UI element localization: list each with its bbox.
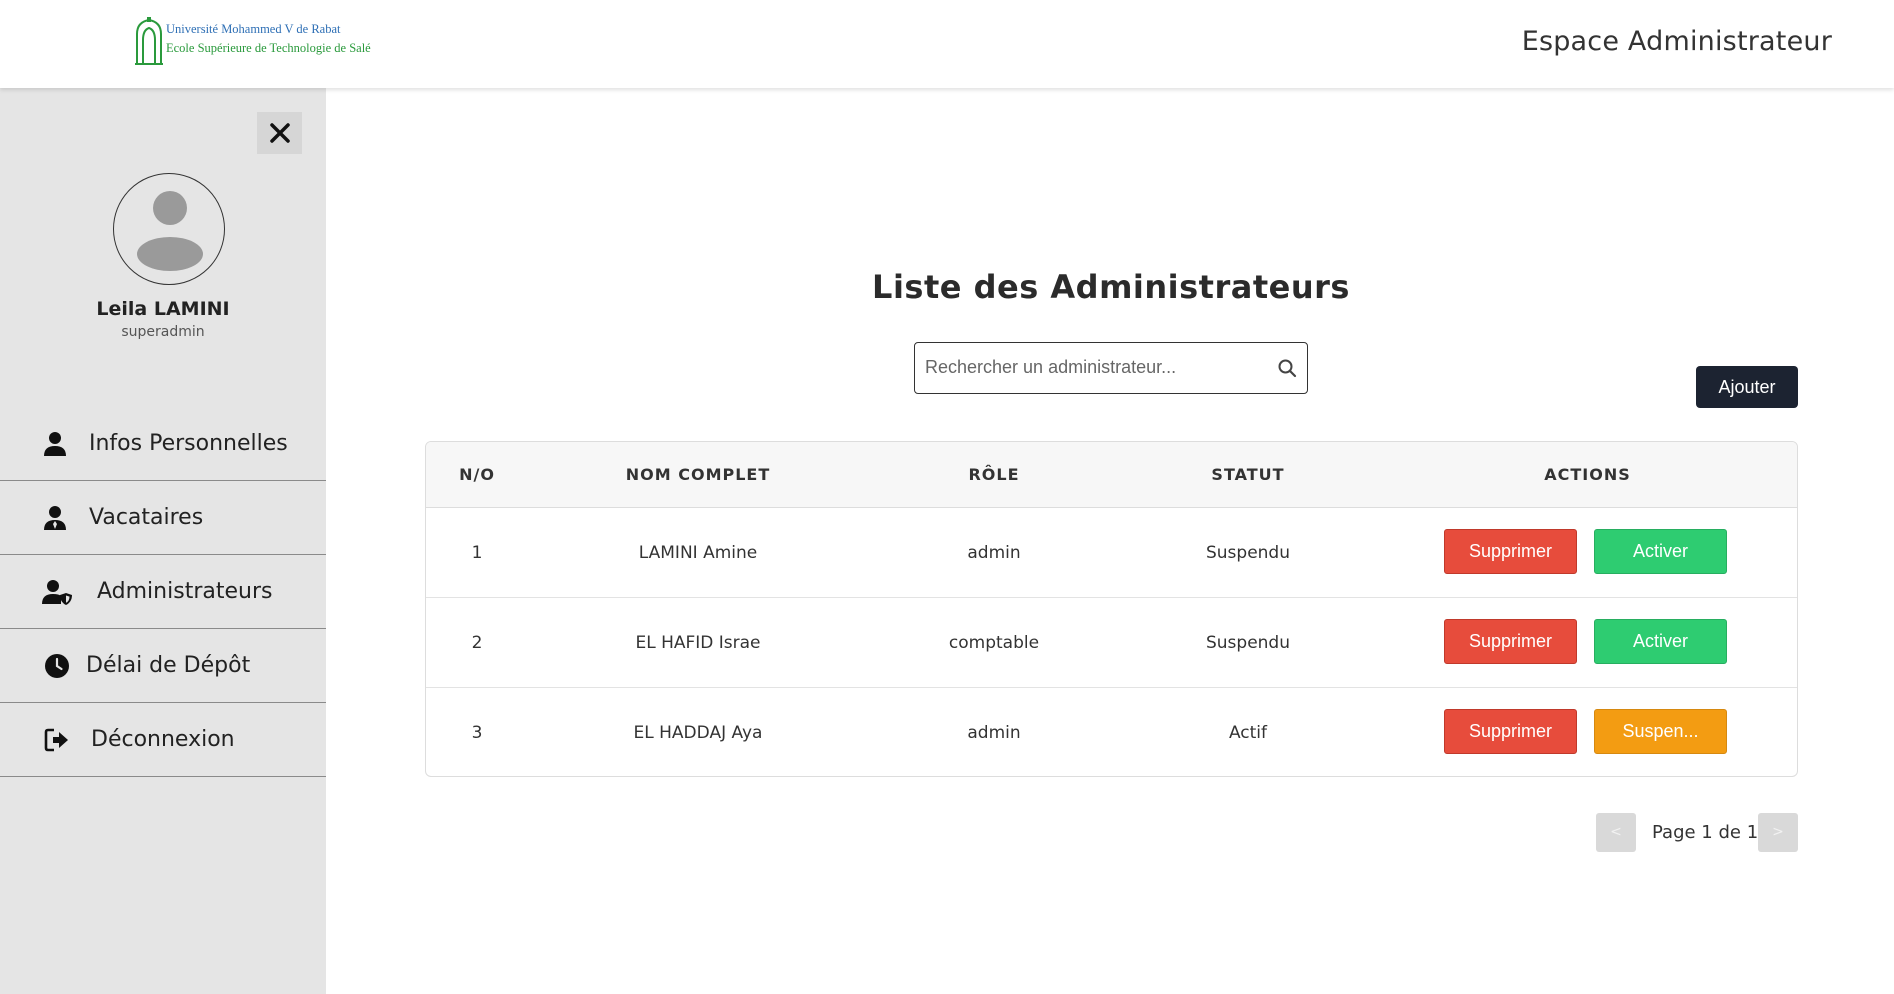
close-icon <box>269 123 290 143</box>
cell-role: admin <box>967 723 1021 743</box>
table-row: 3 EL HADDAJ Aya admin Actif Supprimer Su… <box>426 688 1797 776</box>
user-shield-icon <box>42 580 72 605</box>
sidebar-item-label: Déconnexion <box>91 727 235 752</box>
logo-line-1: Université Mohammed V de Rabat <box>166 22 341 36</box>
activate-button[interactable]: Activer <box>1594 619 1727 664</box>
university-logo[interactable]: Université Mohammed V de Rabat Ecole Sup… <box>134 14 371 66</box>
sidebar-item-deconnexion[interactable]: Déconnexion <box>0 703 326 777</box>
user-role: superadmin <box>121 324 205 340</box>
sidebar-item-administrateurs[interactable]: Administrateurs <box>0 555 326 629</box>
cell-status: Suspendu <box>1205 543 1290 563</box>
sign-out-icon <box>44 728 68 752</box>
add-admin-button[interactable]: Ajouter <box>1696 366 1798 408</box>
next-page-button[interactable]: > <box>1758 813 1798 852</box>
close-sidebar-button[interactable] <box>257 112 302 154</box>
cell-status: Suspendu <box>1205 633 1290 653</box>
search-box <box>914 342 1308 394</box>
table-row: 1 LAMINI Amine admin Suspendu Supprimer … <box>426 508 1797 598</box>
user-icon <box>44 432 66 456</box>
sidebar-item-infos-personnelles[interactable]: Infos Personnelles <box>0 407 326 481</box>
cell-name: LAMINI Amine <box>638 543 758 563</box>
table-row: 2 EL HAFID Israe comptable Suspendu Supp… <box>426 598 1797 688</box>
sidebar-item-delai-de-depot[interactable]: Délai de Dépôt <box>0 629 326 703</box>
delete-button[interactable]: Supprimer <box>1444 709 1577 754</box>
sidebar-item-label: Délai de Dépôt <box>86 653 251 678</box>
cell-role: admin <box>967 543 1021 563</box>
top-header: Université Mohammed V de Rabat Ecole Sup… <box>0 0 1894 88</box>
user-avatar-icon <box>137 191 203 271</box>
column-header-status: STATUT <box>1211 465 1285 484</box>
cell-no: 3 <box>471 723 483 743</box>
cell-role: comptable <box>948 633 1040 653</box>
sidebar-item-label: Vacataires <box>89 505 204 530</box>
column-header-name: NOM COMPLET <box>625 465 771 484</box>
cell-name: EL HAFID Israe <box>635 633 761 653</box>
suspend-button[interactable]: Suspen... <box>1594 709 1727 754</box>
column-header-role: RÔLE <box>968 465 1020 484</box>
column-header-actions: ACTIONS <box>1544 465 1631 484</box>
cell-no: 1 <box>471 543 483 563</box>
logo-line-2: Ecole Supérieure de Technologie de Salé <box>166 41 371 55</box>
header-title: Espace Administrateur <box>1521 26 1832 57</box>
page-indicator: Page 1 de 1 <box>1652 822 1759 843</box>
cell-status: Actif <box>1228 723 1268 743</box>
sidebar-nav: Infos Personnelles Vacataires Administra… <box>0 407 326 777</box>
cell-no: 2 <box>471 633 483 653</box>
delete-button[interactable]: Supprimer <box>1444 529 1577 574</box>
admin-table: N/O NOM COMPLET RÔLE STATUT ACTIONS 1 LA… <box>425 441 1798 777</box>
delete-button[interactable]: Supprimer <box>1444 619 1577 664</box>
pagination: < Page 1 de 1 > <box>1596 813 1798 852</box>
prev-page-button[interactable]: < <box>1596 813 1636 852</box>
column-header-no: N/O <box>459 465 495 484</box>
search-icon[interactable] <box>1277 358 1297 378</box>
cell-name: EL HADDAJ Aya <box>633 723 763 743</box>
sidebar-item-vacataires[interactable]: Vacataires <box>0 481 326 555</box>
university-building-icon <box>135 17 163 65</box>
page-title: Liste des Administrateurs <box>872 268 1350 306</box>
search-input[interactable] <box>925 343 1265 392</box>
user-name: Leila LAMINI <box>96 298 230 320</box>
activate-button[interactable]: Activer <box>1594 529 1727 574</box>
sidebar-item-label: Infos Personnelles <box>89 431 288 456</box>
sidebar-item-label: Administrateurs <box>97 579 273 604</box>
table-header: N/O NOM COMPLET RÔLE STATUT ACTIONS <box>426 442 1797 508</box>
avatar <box>113 173 225 285</box>
clock-icon <box>45 654 69 678</box>
user-tie-icon <box>44 506 66 530</box>
sidebar: Leila LAMINI superadmin Infos Personnell… <box>0 88 326 994</box>
